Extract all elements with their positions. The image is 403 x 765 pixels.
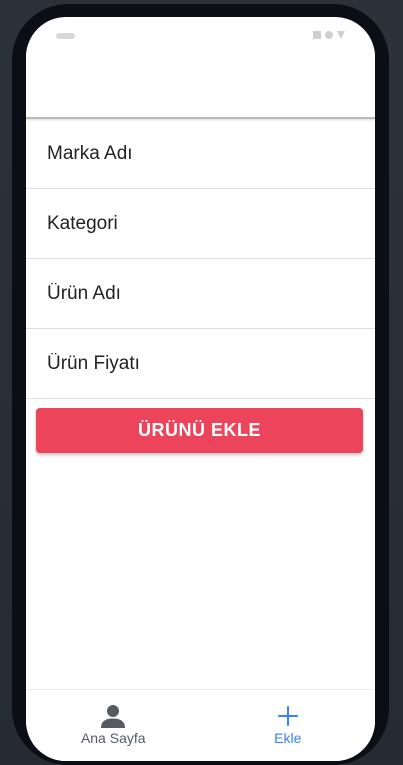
square-status-icon: [313, 31, 321, 39]
brand-name-input[interactable]: [47, 142, 347, 165]
product-name-field: [26, 259, 375, 329]
app-header: [26, 47, 375, 119]
product-price-field: [26, 329, 375, 399]
tab-home-label: Ana Sayfa: [80, 730, 146, 746]
status-bar: [26, 17, 375, 47]
phone-frame: ÜRÜNÜ EKLE Ana Sayfa Ekle: [12, 4, 389, 765]
add-product-button[interactable]: ÜRÜNÜ EKLE: [36, 408, 363, 453]
brand-name-field: [26, 119, 375, 189]
add-icon: [277, 706, 298, 726]
person-icon: [101, 705, 126, 728]
product-form: [26, 119, 375, 399]
product-name-input[interactable]: [47, 282, 347, 305]
product-price-input[interactable]: [47, 352, 347, 375]
bottom-tab-bar: Ana Sayfa Ekle: [26, 689, 375, 761]
category-field: [26, 189, 375, 259]
camera-pill-icon: [56, 33, 75, 39]
app-screen: ÜRÜNÜ EKLE Ana Sayfa Ekle: [26, 17, 375, 761]
dot-status-icon: [325, 31, 333, 39]
triangle-status-icon: [337, 31, 345, 39]
tab-add[interactable]: Ekle: [201, 690, 376, 761]
tab-add-label: Ekle: [274, 730, 302, 746]
category-input[interactable]: [47, 212, 347, 235]
tab-home[interactable]: Ana Sayfa: [26, 690, 201, 761]
status-icons: [313, 31, 345, 39]
